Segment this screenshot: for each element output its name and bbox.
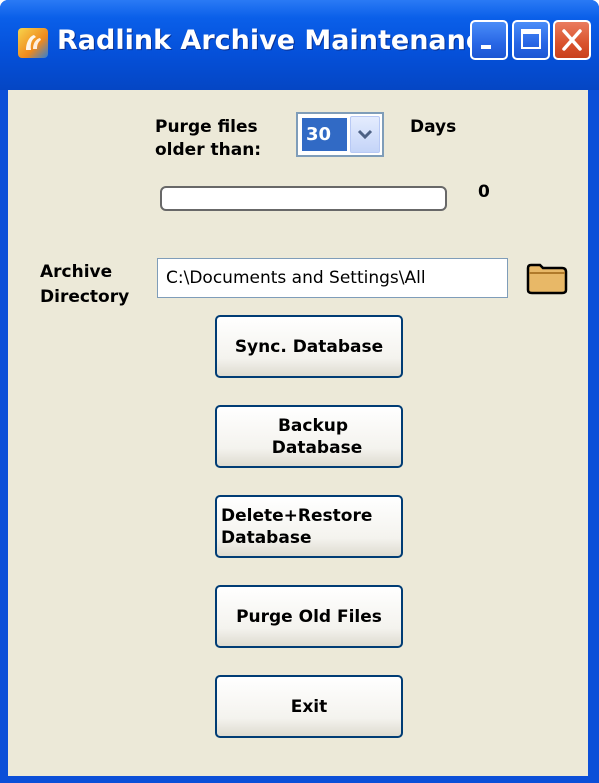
close-icon xyxy=(562,29,582,51)
backup-database-label: Backup Database xyxy=(256,415,362,459)
archive-directory-input[interactable]: C:\Documents and Settings\All xyxy=(157,258,508,298)
sync-database-button[interactable]: Sync. Database xyxy=(215,315,403,378)
close-button[interactable] xyxy=(553,20,591,60)
purge-old-files-label: Purge Old Files xyxy=(236,606,382,627)
backup-label-line2: Database xyxy=(271,437,363,458)
maximize-button[interactable] xyxy=(512,20,550,60)
delete-label-line1: Delete+Restore xyxy=(221,505,373,526)
browse-folder-button[interactable] xyxy=(524,258,570,298)
delete-label-line2: Database xyxy=(221,527,312,548)
days-select-value: 30 xyxy=(302,118,347,151)
folder-icon xyxy=(526,263,568,295)
delete-restore-database-button[interactable]: Delete+Restore Database xyxy=(215,495,403,558)
days-dropdown-button[interactable] xyxy=(350,116,380,153)
progress-count: 0 xyxy=(478,182,490,202)
minimize-icon xyxy=(481,45,491,49)
purge-label-line1: Purge files xyxy=(155,117,258,137)
minimize-button[interactable] xyxy=(470,20,508,60)
exit-button[interactable]: Exit xyxy=(215,675,403,738)
radlink-app-icon[interactable] xyxy=(18,28,48,58)
purge-label-line2: older than: xyxy=(155,140,262,160)
days-unit-label: Days xyxy=(410,117,457,137)
app-window: Radlink Archive Maintenance Purge files … xyxy=(0,0,599,783)
title-bar[interactable]: Radlink Archive Maintenance xyxy=(0,0,599,90)
maximize-icon xyxy=(521,29,541,49)
backup-label-line1: Backup xyxy=(277,415,349,436)
sync-database-label: Sync. Database xyxy=(234,336,384,357)
archive-label-line1: Archive xyxy=(40,262,113,282)
days-select[interactable]: 30 xyxy=(296,112,384,157)
exit-label: Exit xyxy=(290,696,328,717)
purge-old-files-button[interactable]: Purge Old Files xyxy=(215,585,403,648)
archive-label-line2: Directory xyxy=(40,287,130,307)
purge-progress-bar xyxy=(160,186,447,211)
delete-restore-label: Delete+Restore Database xyxy=(221,505,372,549)
window-title: Radlink Archive Maintenance xyxy=(57,25,501,56)
chevron-down-icon xyxy=(357,129,373,140)
backup-database-button[interactable]: Backup Database xyxy=(215,405,403,468)
